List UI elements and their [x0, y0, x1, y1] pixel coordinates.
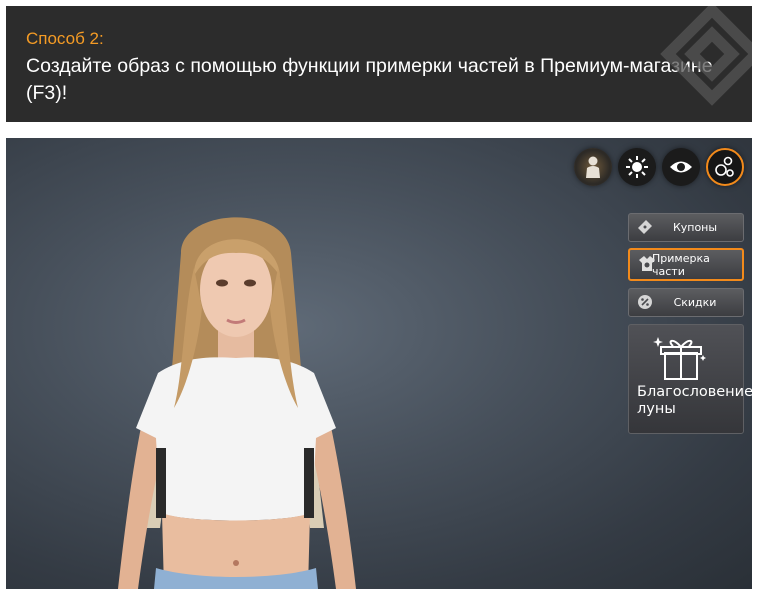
eye-icon: [670, 161, 692, 173]
view-toolbar: [574, 148, 744, 186]
character-icon: [586, 156, 600, 178]
ticket-icon: [638, 220, 652, 234]
method-label: Способ 2:: [26, 29, 104, 48]
game-scene: Купоны Примерка части Скидки Благословен…: [6, 138, 752, 589]
discounts-button[interactable]: Скидки: [628, 288, 744, 317]
discount-badge-icon: [638, 295, 652, 309]
diamond-logo-icon: [660, 6, 752, 106]
effects-button[interactable]: [706, 148, 744, 186]
outfit-icon: [639, 256, 655, 271]
lighting-button[interactable]: [618, 148, 656, 186]
view-toggle-button[interactable]: [662, 148, 700, 186]
coupons-button[interactable]: Купоны: [628, 213, 744, 242]
gift-icon: [653, 337, 706, 380]
shop-side-menu: Купоны Примерка части Скидки Благословен…: [628, 213, 752, 434]
instruction-banner: Способ 2: Создайте образ с помощью функц…: [6, 6, 752, 122]
bubbles-icon: [715, 156, 734, 177]
sun-icon: [626, 156, 648, 178]
try-on-parts-button[interactable]: Примерка части: [628, 248, 744, 281]
moon-blessing-button[interactable]: Благословение луны: [628, 324, 752, 434]
character-view-button[interactable]: [574, 148, 612, 186]
character-model: [118, 217, 356, 589]
discounts-label: Скидки: [673, 296, 717, 309]
coupons-label: Купоны: [672, 221, 718, 234]
banner-title: Создайте образ с помощью функции примерк…: [26, 55, 713, 104]
moon-blessing-label: Благословение луны: [637, 384, 752, 417]
